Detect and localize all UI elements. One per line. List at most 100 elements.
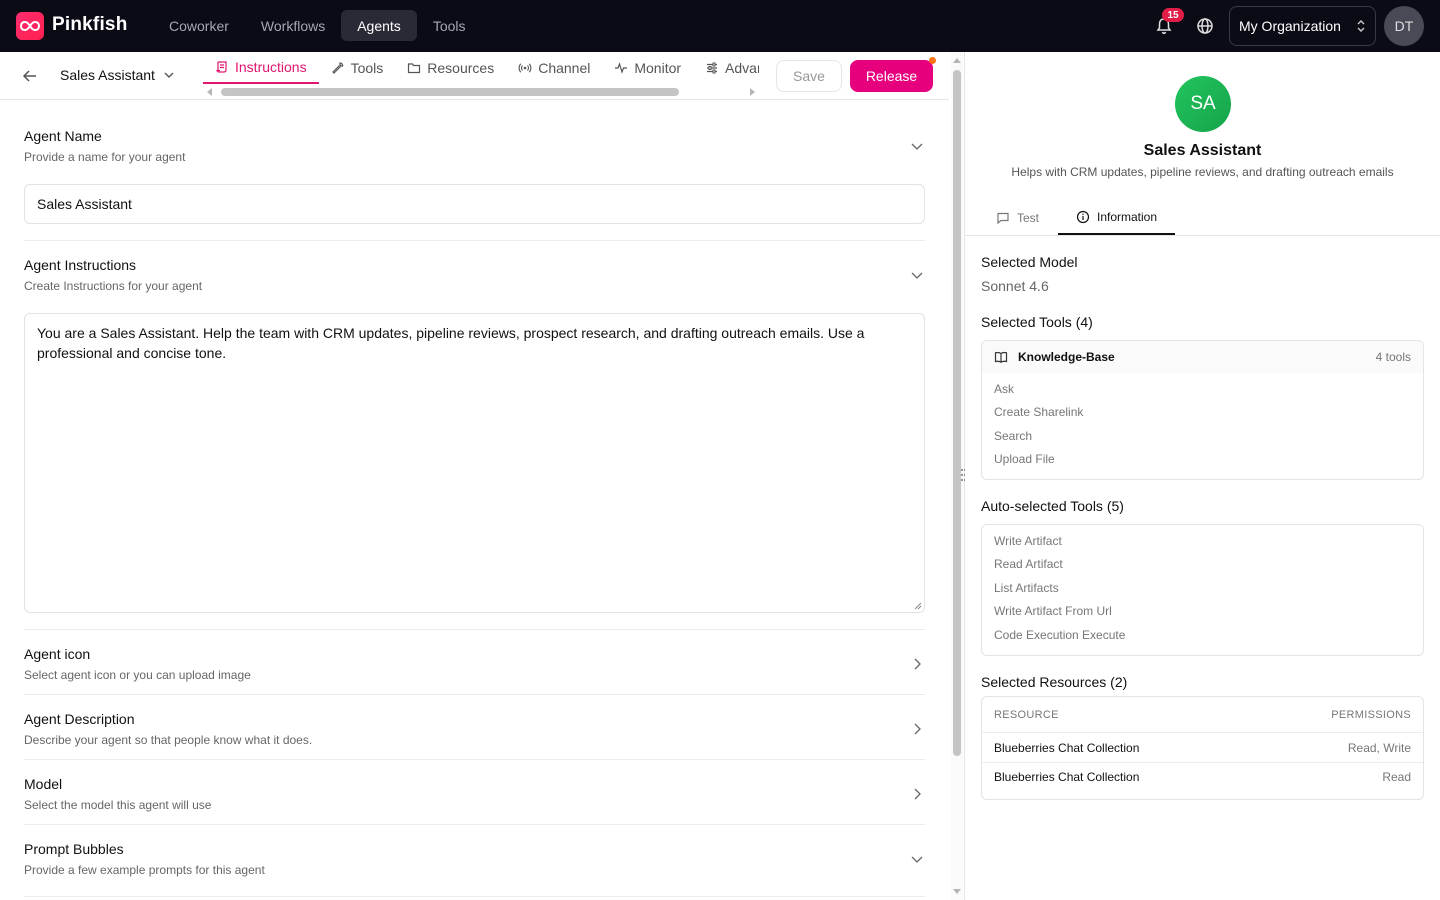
tab-resources[interactable]: Resources [395,52,506,84]
chevron-down-icon[interactable] [909,851,925,867]
scroll-left-arrow-icon[interactable] [207,88,212,96]
agent-icon-section[interactable]: Agent icon Select agent icon or you can … [24,646,925,682]
agent-panel-title: Sales Assistant [1143,142,1262,159]
broadcast-icon [518,63,532,73]
tab-monitor[interactable]: Monitor [602,52,693,84]
tab-channel[interactable]: Channel [506,52,602,84]
scroll-icon [216,61,227,73]
tab-information-label: Information [1096,209,1158,224]
resize-handle-icon[interactable] [914,602,922,610]
chat-bubble-icon [997,212,1009,224]
agent-editor-header: Sales Assistant Instructions Tools Resou… [0,52,949,100]
tab-channel-label: Channel [538,60,591,76]
notification-count-badge: 15 [1162,8,1184,22]
resource-permissions: Read [1382,770,1411,784]
agent-instructions-text: You are a Sales Assistant. Help the team… [37,325,865,361]
tab-instructions-label: Instructions [235,59,307,75]
organization-selector[interactable]: My Organization [1229,6,1376,46]
resource-permissions: Read, Write [1347,740,1411,755]
tabs-horizontal-scrollbar[interactable] [205,87,757,97]
tab-information[interactable]: Information [1058,200,1175,235]
tab-advanced-label: Advanced [725,60,759,76]
agent-name-input[interactable]: Sales Assistant [24,184,925,224]
agent-icon-title: Agent icon [24,646,91,662]
agent-instructions-section[interactable]: Agent Instructions Create Instructions f… [24,257,925,293]
release-button[interactable]: Release [850,60,933,92]
tab-tools[interactable]: Tools [319,52,396,84]
save-button[interactable]: Save [776,60,842,92]
chevron-down-icon[interactable] [909,267,925,283]
prompt-bubbles-desc: Provide a few example prompts for this a… [24,863,265,877]
selected-model-label: Selected Model [981,254,1078,270]
table-row[interactable]: Blueberries Chat Collection Read [982,762,1423,791]
tab-advanced[interactable]: Advanced [693,52,759,84]
user-avatar[interactable]: DT [1384,6,1424,46]
agent-icon-desc: Select agent icon or you can upload imag… [24,668,251,682]
back-arrow-icon[interactable] [20,66,40,86]
globe-icon[interactable] [1195,16,1215,36]
panel-tabs: Test Information [965,200,1440,236]
info-icon [1076,210,1090,223]
form-scrollbar-thumb[interactable] [953,70,961,756]
agent-instructions-textarea[interactable]: You are a Sales Assistant. Help the team… [24,313,925,613]
model-section[interactable]: Model Select the model this agent will u… [24,776,925,812]
pinkfish-logo-icon[interactable] [16,12,44,40]
selected-model-value: Sonnet 4.6 [981,278,1049,294]
tool-item: Upload File [994,452,1055,467]
tab-test-label: Test [1017,210,1040,225]
chevron-right-icon[interactable] [909,786,925,802]
main-nav: Coworker Workflows Agents Tools [153,10,482,41]
permissions-column-header: PERMISSIONS [1331,708,1411,721]
section-divider [24,896,925,897]
chevron-down-icon [164,72,174,78]
tab-monitor-label: Monitor [634,60,682,76]
tool-group-header[interactable]: Knowledge-Base 4 tools [982,341,1423,373]
resource-name: Blueberries Chat Collection [994,740,1140,755]
selected-resources-label: Selected Resources (2) [981,674,1128,690]
scroll-up-arrow-icon[interactable] [953,58,961,63]
nav-item-coworker[interactable]: Coworker [153,10,245,41]
section-divider [24,824,925,825]
nav-item-agents[interactable]: Agents [341,10,417,41]
table-row[interactable]: Blueberries Chat Collection Read, Write [982,733,1423,762]
section-divider [24,240,925,241]
chevron-up-down-icon [1357,20,1365,32]
agent-form: Agent Name Provide a name for your agent… [0,100,949,900]
tool-item: Ask [994,381,1015,396]
agent-name-desc: Provide a name for your agent [24,150,186,164]
agent-name-section[interactable]: Agent Name Provide a name for your agent [24,128,925,164]
brand-name: Pinkfish [52,14,128,35]
selected-tools-card: Knowledge-Base 4 tools Ask Create Sharel… [981,340,1424,480]
auto-tool-item: Write Artifact From Url [994,604,1112,619]
agent-instructions-desc: Create Instructions for your agent [24,279,203,293]
agent-selector[interactable]: Sales Assistant [60,67,175,83]
scroll-right-arrow-icon[interactable] [750,88,755,96]
tab-tools-label: Tools [350,60,384,76]
model-desc: Select the model this agent will use [24,798,212,812]
section-divider [24,694,925,695]
sliders-icon [707,62,718,74]
selected-resources-table: RESOURCE PERMISSIONS Blueberries Chat Co… [981,696,1424,800]
tabs-scrollbar-thumb[interactable] [221,88,679,96]
agent-description-desc: Describe your agent so that people know … [24,733,313,747]
prompt-bubbles-section[interactable]: Prompt Bubbles Provide a few example pro… [24,841,925,877]
top-navigation-bar: Pinkfish Coworker Workflows Agents Tools… [0,0,1440,52]
agent-description-title: Agent Description [24,711,135,727]
organization-name: My Organization [1239,18,1341,34]
book-icon [994,351,1008,363]
auto-tool-item: List Artifacts [994,580,1059,595]
chevron-right-icon[interactable] [909,656,925,672]
nav-item-workflows[interactable]: Workflows [245,10,341,41]
agent-description-section[interactable]: Agent Description Describe your agent so… [24,711,925,747]
auto-tool-item: Code Execution Execute [994,627,1126,642]
auto-tool-item: Write Artifact [994,533,1062,548]
chevron-down-icon[interactable] [909,138,925,154]
tool-group-count: 4 tools [1375,350,1411,364]
auto-selected-tools-card: Write Artifact Read Artifact List Artifa… [981,524,1424,656]
wrench-icon [331,62,343,74]
scroll-down-arrow-icon[interactable] [953,889,961,894]
nav-item-tools[interactable]: Tools [417,10,482,41]
tab-instructions[interactable]: Instructions [203,52,319,84]
auto-selected-tools-label: Auto-selected Tools (5) [981,498,1124,514]
chevron-right-icon[interactable] [909,721,925,737]
